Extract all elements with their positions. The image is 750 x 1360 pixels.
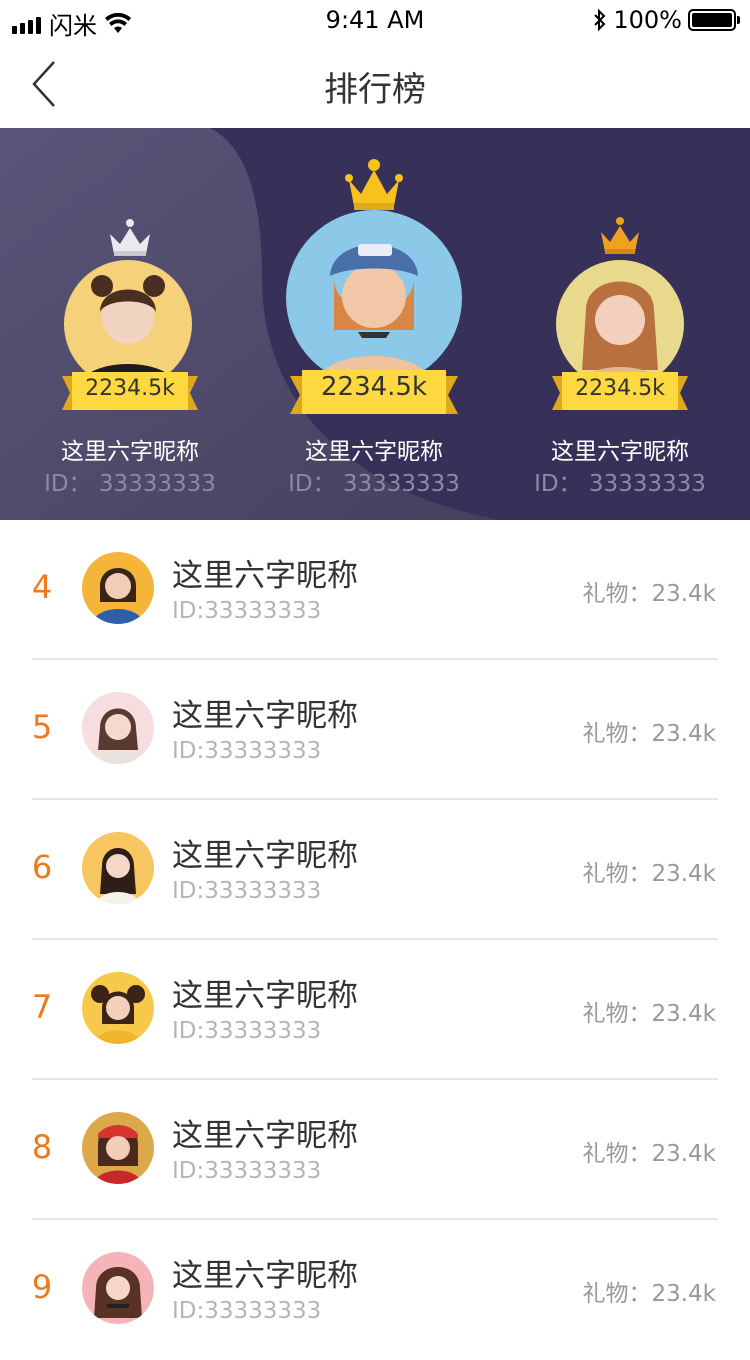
nickname: 这里六字昵称 (172, 1118, 358, 1154)
list-item[interactable]: 9 这里六字昵称 ID:33333333 礼物：23.4k (0, 1220, 750, 1360)
status-right: 100% (593, 6, 740, 34)
bronze-crown-icon (601, 217, 639, 254)
gift-count: 礼物：23.4k (582, 1281, 716, 1307)
avatar (556, 260, 684, 388)
user-id: ID： 33333333 (534, 471, 706, 497)
avatar (82, 972, 154, 1044)
gift-count: 礼物：23.4k (582, 1141, 716, 1167)
rank-number: 8 (31, 1128, 53, 1166)
list-item[interactable]: 7 这里六字昵称 ID:33333333 礼物：23.4k (0, 940, 750, 1080)
rank-number: 9 (31, 1268, 53, 1306)
silver-crown-icon (110, 219, 150, 256)
gift-count: 礼物：23.4k (582, 581, 716, 607)
user-id: ID:33333333 (172, 1298, 322, 1324)
nickname: 这里六字昵称 (551, 439, 689, 465)
avatar (64, 260, 192, 388)
nickname: 这里六字昵称 (172, 698, 358, 734)
podium-banner: 2234.5k 这里六字昵称 ID： 33333333 2234.5k 这里六字… (0, 128, 750, 520)
user-id: ID:33333333 (172, 1158, 322, 1184)
nickname: 这里六字昵称 (172, 978, 358, 1014)
user-id: ID： 33333333 (288, 471, 460, 497)
list-item[interactable]: 5 这里六字昵称 ID:33333333 礼物：23.4k (0, 660, 750, 800)
avatar (82, 1112, 154, 1184)
user-id: ID： 33333333 (44, 471, 216, 497)
list-item[interactable]: 4 这里六字昵称 ID:33333333 礼物：23.4k (0, 520, 750, 660)
gift-count: 礼物：23.4k (582, 861, 716, 887)
score: 2234.5k (575, 376, 665, 401)
user-id: ID:33333333 (172, 598, 322, 624)
rank-number: 7 (31, 988, 53, 1026)
bluetooth-icon (594, 9, 606, 31)
avatar (82, 552, 154, 624)
rank-number: 4 (31, 568, 53, 606)
rank-list: 4 这里六字昵称 ID:33333333 礼物：23.4k 5 这里六字昵称 I… (0, 520, 750, 1360)
battery-percent: 100% (613, 6, 682, 34)
rank-number: 6 (31, 848, 53, 886)
list-item[interactable]: 8 这里六字昵称 ID:33333333 礼物：23.4k (0, 1080, 750, 1220)
page-title: 排行榜 (324, 70, 426, 110)
user-id: ID:33333333 (172, 738, 322, 764)
status-bar: 闪米 9:41 AM 100% (0, 0, 750, 40)
nickname: 这里六字昵称 (172, 1258, 358, 1294)
avatar (82, 1252, 154, 1324)
podium-third[interactable]: 2234.5k 这里六字昵称 ID： 33333333 (520, 128, 720, 520)
score: 2234.5k (85, 376, 175, 401)
nickname: 这里六字昵称 (61, 439, 199, 465)
avatar (82, 692, 154, 764)
avatar (286, 210, 462, 386)
battery-icon (688, 9, 740, 31)
rank-number: 5 (31, 708, 53, 746)
gift-count: 礼物：23.4k (582, 1001, 716, 1027)
nav-bar: 排行榜 (0, 40, 750, 128)
score: 2234.5k (320, 372, 428, 402)
user-id: ID:33333333 (172, 1018, 322, 1044)
avatar (82, 832, 154, 904)
nickname: 这里六字昵称 (172, 558, 358, 594)
podium-second[interactable]: 2234.5k 这里六字昵称 ID： 33333333 (30, 128, 230, 520)
gold-crown-icon (345, 159, 403, 210)
gift-count: 礼物：23.4k (582, 721, 716, 747)
list-item[interactable]: 6 这里六字昵称 ID:33333333 礼物：23.4k (0, 800, 750, 940)
user-id: ID:33333333 (172, 878, 322, 904)
nickname: 这里六字昵称 (305, 439, 443, 465)
nickname: 这里六字昵称 (172, 838, 358, 874)
podium-first[interactable]: 2234.5k 这里六字昵称 ID： 33333333 (274, 128, 474, 520)
